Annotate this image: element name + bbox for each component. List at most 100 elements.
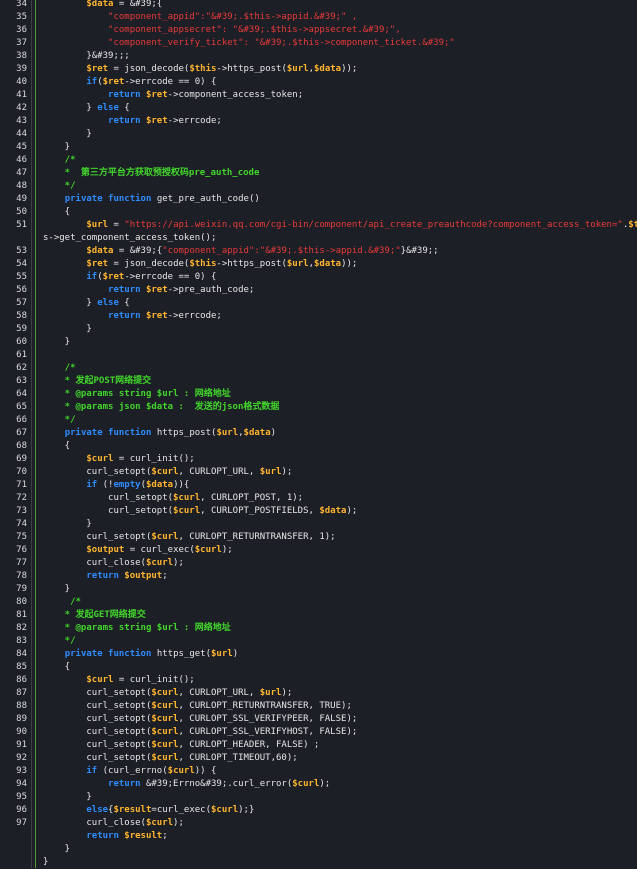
line-code[interactable]: "component_appid":"&#39;.$this->appid.&#… bbox=[43, 11, 357, 24]
line-code[interactable]: private function get_pre_auth_code() bbox=[43, 193, 260, 206]
line-code[interactable]: * @params json $data : 发送的json格式数据 bbox=[43, 401, 280, 414]
line-code[interactable]: curl_setopt($curl, CURLOPT_URL, $url); bbox=[43, 466, 292, 479]
line-code[interactable]: $curl = curl_init(); bbox=[43, 453, 195, 466]
line-code[interactable]: $output = curl_exec($curl); bbox=[43, 544, 232, 557]
line-code[interactable]: return $result; bbox=[43, 830, 167, 843]
code-editor[interactable]: 34 $data = &#39;{35 "component_appid":"&… bbox=[0, 0, 637, 868]
line-number: 47 bbox=[16, 168, 27, 178]
line-code[interactable]: * @params string $url : 网络地址 bbox=[43, 622, 231, 635]
code-token: $curl bbox=[292, 779, 320, 789]
code-token: curl_setopt( bbox=[43, 714, 152, 724]
line-code[interactable]: /* bbox=[43, 596, 81, 609]
line-code[interactable]: */ bbox=[43, 414, 76, 427]
line-number: 80 bbox=[16, 597, 27, 607]
line-code[interactable]: } else { bbox=[43, 297, 129, 310]
code-token: = curl_init(); bbox=[113, 454, 195, 464]
line-code[interactable]: curl_setopt($curl, CURLOPT_HEADER, FALSE… bbox=[43, 739, 319, 752]
code-token: : "&#39;.$this->component_ticket.&#39;" bbox=[243, 38, 455, 48]
code-token: https_post( bbox=[151, 428, 217, 438]
line-number: 57 bbox=[16, 298, 27, 308]
line-code[interactable]: }&#39;;; bbox=[43, 50, 129, 63]
line-code[interactable]: * @params string $url : 网络地址 bbox=[43, 388, 231, 401]
line-code[interactable]: { bbox=[43, 661, 70, 674]
line-code[interactable]: /* bbox=[43, 362, 76, 375]
line-code[interactable]: } bbox=[43, 141, 70, 154]
code-token: $ret bbox=[86, 64, 109, 74]
line-code[interactable]: } bbox=[43, 336, 70, 349]
line-code[interactable]: return $ret->component_access_token; bbox=[43, 89, 303, 102]
line-code[interactable]: * 第三方平台方获取预授权码pre_auth_code bbox=[43, 167, 260, 180]
line-code[interactable]: $data = &#39;{ bbox=[43, 0, 162, 11]
line-code[interactable]: return $ret->pre_auth_code; bbox=[43, 284, 254, 297]
code-token: $url bbox=[259, 467, 282, 477]
line-code[interactable]: curl_setopt($curl, CURLOPT_POST, 1); bbox=[43, 492, 303, 505]
code-token: return bbox=[108, 285, 141, 295]
line-number: 90 bbox=[16, 727, 27, 737]
line-code[interactable]: curl_setopt($curl, CURLOPT_POSTFIELDS, $… bbox=[43, 505, 357, 518]
line-code[interactable]: private function https_get($url) bbox=[43, 648, 238, 661]
line-code[interactable]: */ bbox=[43, 180, 76, 193]
line-code[interactable]: s->get_component_access_token(); bbox=[43, 232, 216, 245]
line-code[interactable]: curl_setopt($curl, CURLOPT_URL, $url); bbox=[43, 687, 292, 700]
code-token: &#39;Errno&#39;.curl_error( bbox=[140, 779, 293, 789]
line-code[interactable]: * 发起GET网络提交 bbox=[43, 609, 146, 622]
line-code[interactable]: if($ret->errcode == 0) { bbox=[43, 271, 216, 284]
line-code[interactable]: } bbox=[43, 518, 91, 531]
line-code[interactable]: /* bbox=[43, 154, 76, 167]
code-token: $thi bbox=[628, 220, 637, 230]
code-token: $curl bbox=[194, 545, 222, 555]
line-code[interactable]: "component_verify_ticket": "&#39;.$this-… bbox=[43, 37, 455, 50]
line-code[interactable]: } bbox=[43, 583, 70, 596]
line-code[interactable]: private function https_post($url,$data) bbox=[43, 427, 276, 440]
line-code[interactable]: } else { bbox=[43, 102, 129, 115]
line-code[interactable]: curl_setopt($curl, CURLOPT_RETURNTRANSFE… bbox=[43, 531, 335, 544]
line-code[interactable]: return $ret->errcode; bbox=[43, 115, 222, 128]
line-code[interactable]: return $output; bbox=[43, 570, 167, 583]
line-code[interactable]: return &#39;Errno&#39;.curl_error($curl)… bbox=[43, 778, 330, 791]
line-code[interactable]: $url = "https://api.weixin.qq.com/cgi-bi… bbox=[43, 219, 637, 232]
line-number: 89 bbox=[16, 714, 27, 724]
line-code[interactable]: if (curl_errno($curl)) { bbox=[43, 765, 216, 778]
line-code[interactable]: } bbox=[43, 843, 70, 856]
code-token: return bbox=[108, 90, 141, 100]
code-token: , CURLOPT_POSTFIELDS, bbox=[200, 506, 320, 516]
code-token: $ret bbox=[86, 259, 109, 269]
line-code[interactable]: curl_close($curl); bbox=[43, 817, 184, 830]
line-code[interactable]: curl_close($curl); bbox=[43, 557, 184, 570]
code-token: $data bbox=[243, 428, 271, 438]
code-token: * @params string $url : 网络地址 bbox=[43, 389, 231, 399]
line-code[interactable]: curl_setopt($curl, CURLOPT_SSL_VERIFYPEE… bbox=[43, 713, 357, 726]
line-code[interactable]: } bbox=[43, 323, 91, 336]
line-code[interactable]: $curl = curl_init(); bbox=[43, 674, 194, 687]
line-code[interactable]: return $ret->errcode; bbox=[43, 310, 222, 323]
code-token: $curl bbox=[167, 766, 195, 776]
line-code[interactable]: $data = &#39;{"component_appid":"&#39;.$… bbox=[43, 245, 438, 258]
line-code[interactable]: * 发起POST网络提交 bbox=[43, 375, 152, 388]
line-code[interactable]: $ret = json_decode($this->https_post($ur… bbox=[43, 63, 357, 76]
line-code[interactable]: } bbox=[43, 791, 91, 804]
line-code[interactable]: $ret = json_decode($this->https_post($ur… bbox=[43, 258, 357, 271]
line-code[interactable]: "component_appsecret": "&#39;.$this->app… bbox=[43, 24, 401, 37]
line-code[interactable]: else{$result=curl_exec($curl);} bbox=[43, 804, 254, 817]
line-number: 37 bbox=[16, 38, 27, 48]
line-code[interactable]: if (!empty($data)){ bbox=[43, 479, 189, 492]
line-code[interactable]: { bbox=[43, 206, 70, 219]
code-token: = curl_exec( bbox=[124, 545, 195, 555]
line-code[interactable]: { bbox=[43, 440, 70, 453]
line-code[interactable]: curl_setopt($curl, CURLOPT_SSL_VERIFYHOS… bbox=[43, 726, 357, 739]
line-code[interactable]: if($ret->errcode == 0) { bbox=[43, 76, 216, 89]
line-code[interactable]: curl_setopt($curl, CURLOPT_RETURNTRANSFE… bbox=[43, 700, 352, 713]
code-token: "https://api.weixin.qq.com/cgi-bin/compo… bbox=[124, 220, 623, 230]
code-token: return bbox=[108, 779, 141, 789]
code-token: $data bbox=[86, 246, 114, 256]
code-token: */ bbox=[43, 415, 76, 425]
line-code[interactable]: } bbox=[43, 128, 91, 141]
line-code[interactable]: curl_setopt($curl, CURLOPT_TIMEOUT,60); bbox=[43, 752, 297, 765]
line-number: 56 bbox=[16, 285, 27, 295]
line-code[interactable]: */ bbox=[43, 635, 76, 648]
code-token: (! bbox=[97, 480, 114, 490]
